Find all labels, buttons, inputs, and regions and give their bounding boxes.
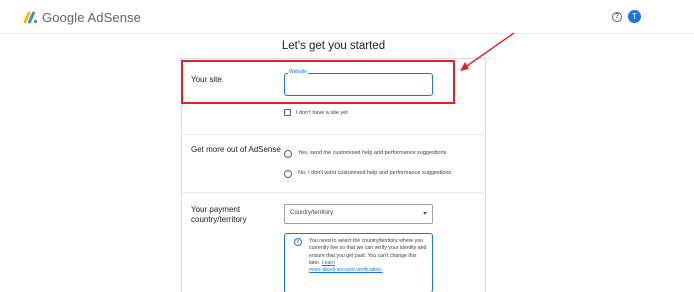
annotation-highlight-box: [181, 60, 455, 104]
section-divider: [181, 192, 486, 193]
no-site-checkbox[interactable]: [284, 109, 291, 116]
no-site-checkbox-label: I don't have a site yet: [296, 110, 348, 116]
top-bar: Google AdSense ? T: [0, 0, 694, 34]
chevron-down-icon: [423, 212, 427, 215]
radio-no-label: No, I don't want customised help and per…: [298, 170, 452, 176]
annotation-arrow-icon: [460, 32, 515, 71]
learn-more-link[interactable]: Learn: [322, 260, 335, 266]
country-select-value: Country/territory: [290, 210, 334, 216]
radio-yes-label: Yes, send me customised help and perform…: [298, 150, 447, 156]
adsense-section-label: Get more out of AdSense: [191, 145, 281, 154]
learn-more-link-continued[interactable]: more about account verification.: [309, 267, 383, 273]
app-title: Google AdSense: [42, 10, 141, 25]
help-icon[interactable]: ?: [612, 12, 622, 22]
verification-info-text: You need to select the country/territory…: [309, 238, 429, 274]
radio-yes-suggestions[interactable]: [284, 150, 292, 158]
payment-country-label-line2: country/territory: [191, 215, 247, 224]
avatar[interactable]: T: [628, 10, 641, 23]
adsense-logo-icon: [24, 11, 38, 24]
info-icon: i: [294, 238, 302, 246]
section-divider: [181, 134, 486, 135]
page-title: Let's get you started: [281, 40, 386, 52]
radio-no-suggestions[interactable]: [284, 170, 292, 178]
